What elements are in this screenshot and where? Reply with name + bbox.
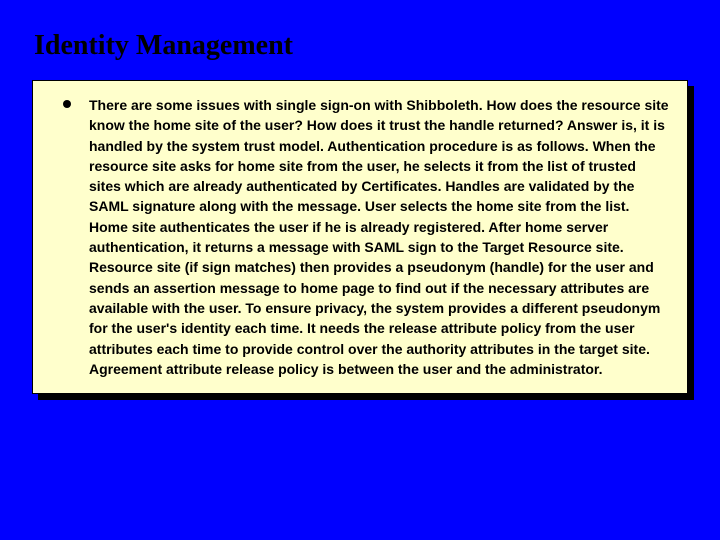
slide-title: Identity Management (0, 0, 720, 80)
slide-body-text: There are some issues with single sign-o… (89, 95, 669, 379)
content-wrap: There are some issues with single sign-o… (32, 80, 688, 394)
bullet-icon (63, 100, 71, 108)
content-box: There are some issues with single sign-o… (32, 80, 688, 394)
